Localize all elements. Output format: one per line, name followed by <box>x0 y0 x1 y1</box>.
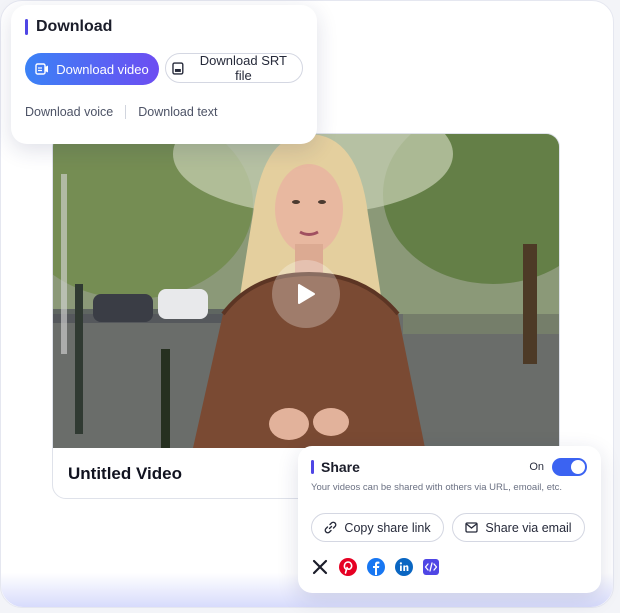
copy-share-link-button[interactable]: Copy share link <box>311 513 444 542</box>
toggle-label: On <box>529 461 544 473</box>
download-links: Download voice Download text <box>25 105 217 119</box>
title-accent-bar <box>311 460 314 474</box>
play-button[interactable] <box>272 260 340 328</box>
share-via-email-label: Share via email <box>485 520 572 535</box>
play-icon <box>298 284 315 304</box>
share-title: Share <box>321 459 360 475</box>
toggle-knob <box>571 460 585 474</box>
download-srt-button[interactable]: Download SRT file <box>165 53 303 83</box>
title-accent-bar <box>25 19 28 35</box>
share-via-email-button[interactable]: Share via email <box>452 513 585 542</box>
pinterest-icon[interactable] <box>339 558 357 576</box>
link-divider <box>125 105 127 119</box>
share-toggle[interactable] <box>552 458 587 476</box>
share-card: Share On Your videos can be shared with … <box>298 446 601 593</box>
share-toggle-group: On <box>529 458 587 476</box>
link-icon <box>325 521 337 534</box>
download-text-link[interactable]: Download text <box>138 105 217 119</box>
download-header: Download <box>25 18 112 36</box>
download-card: Download Download video Download SRT fil… <box>11 5 317 144</box>
download-video-label: Download video <box>56 61 149 77</box>
share-description: Your videos can be shared with others vi… <box>311 482 563 493</box>
download-voice-link[interactable]: Download voice <box>25 105 113 119</box>
download-title: Download <box>36 18 113 35</box>
x-icon[interactable] <box>311 558 329 576</box>
video-file-icon <box>35 63 49 75</box>
share-header: Share <box>311 459 360 475</box>
download-video-button[interactable]: Download video <box>25 53 159 85</box>
video-player[interactable] <box>53 134 559 448</box>
facebook-icon[interactable] <box>367 558 385 576</box>
copy-share-link-label: Copy share link <box>344 520 431 535</box>
subtitle-file-icon <box>172 61 184 75</box>
social-share-row <box>311 558 439 576</box>
video-title: Untitled Video <box>68 464 182 483</box>
mail-icon <box>465 522 479 533</box>
download-srt-label: Download SRT file <box>199 53 287 83</box>
embed-code-icon[interactable] <box>423 559 439 575</box>
video-card: Untitled Video <box>52 133 560 499</box>
linkedin-icon[interactable] <box>395 558 413 576</box>
